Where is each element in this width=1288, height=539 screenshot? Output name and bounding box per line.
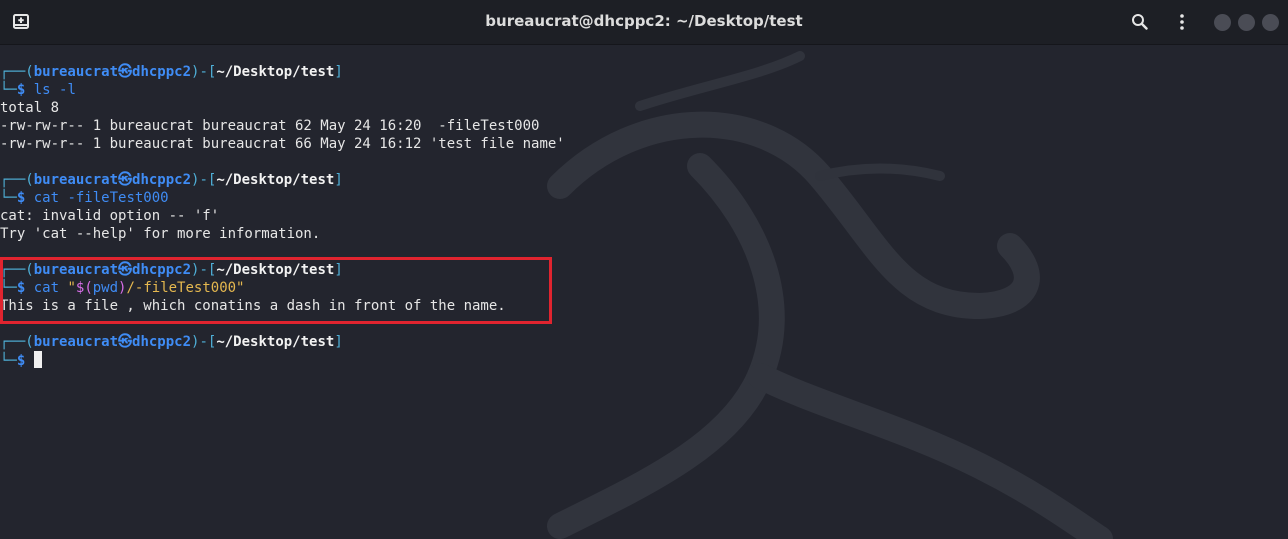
- output-line: total 8: [0, 99, 565, 117]
- prompt-host: dhcppc2: [132, 172, 192, 188]
- window-title: bureaucrat@dhcppc2: ~/Desktop/test: [485, 12, 803, 30]
- prompt-bracket: ]: [334, 64, 343, 80]
- output-text: This is a file , which conatins a dash i…: [0, 298, 506, 314]
- prompt-bracket: ]: [334, 172, 343, 188]
- prompt-host: dhcppc2: [132, 334, 192, 350]
- text-cursor: [33, 351, 42, 368]
- command-text: $(: [75, 280, 93, 296]
- prompt-box-bottom: └─: [0, 82, 17, 98]
- maximize-button[interactable]: [1238, 14, 1255, 31]
- output-text: -rw-rw-r-- 1 bureaucrat bureaucrat 62 Ma…: [0, 118, 540, 134]
- prompt-line: ┌──(bureaucrat㉿dhcppc2)-[~/Desktop/test]: [0, 171, 565, 189]
- terminal-output: ┌──(bureaucrat㉿dhcppc2)-[~/Desktop/test]…: [0, 63, 565, 369]
- command-text: pwd: [92, 280, 119, 296]
- output-text: cat: invalid option -- 'f': [0, 208, 220, 224]
- command-line: └─$: [0, 351, 565, 369]
- prompt-host: dhcppc2: [132, 64, 192, 80]
- prompt-separator-icon: ㉿: [118, 262, 133, 278]
- prompt-path: ~/Desktop/test: [216, 64, 335, 80]
- output-line: -rw-rw-r-- 1 bureaucrat bureaucrat 62 Ma…: [0, 117, 565, 135]
- title-bar: bureaucrat@dhcppc2: ~/Desktop/test: [0, 0, 1288, 45]
- command-line: └─$ cat "$(pwd)/-fileTest000": [0, 279, 565, 297]
- command-text: cat -fileTest000: [25, 190, 169, 206]
- prompt-path: ~/Desktop/test: [216, 172, 335, 188]
- prompt-bracket: )-[: [191, 64, 217, 80]
- terminal-body[interactable]: ┌──(bureaucrat㉿dhcppc2)-[~/Desktop/test]…: [0, 46, 1288, 539]
- command-text: ls -l: [25, 82, 76, 98]
- prompt-box-top: ┌──(: [0, 262, 34, 278]
- prompt-bracket: ]: [334, 334, 343, 350]
- prompt-box-top: ┌──(: [0, 334, 34, 350]
- kebab-menu-icon[interactable]: [1172, 12, 1192, 32]
- prompt-host: dhcppc2: [132, 262, 192, 278]
- terminal-window: bureaucrat@dhcppc2: ~/Desktop/test ┌──(b…: [0, 0, 1288, 539]
- prompt-bracket: )-[: [191, 172, 217, 188]
- prompt-line: ┌──(bureaucrat㉿dhcppc2)-[~/Desktop/test]: [0, 63, 565, 81]
- command-text: ": [67, 280, 76, 296]
- prompt-bracket: )-[: [191, 262, 217, 278]
- close-button[interactable]: [1262, 14, 1279, 31]
- prompt-separator-icon: ㉿: [118, 334, 133, 350]
- command-text: cat: [25, 280, 68, 296]
- prompt-user: bureaucrat: [33, 334, 119, 350]
- prompt-box-bottom: └─: [0, 280, 17, 296]
- prompt-user: bureaucrat: [33, 172, 119, 188]
- prompt-bracket: )-[: [191, 334, 217, 350]
- output-text: Try 'cat --help' for more information.: [0, 226, 321, 242]
- output-line: This is a file , which conatins a dash i…: [0, 297, 565, 315]
- output-text: total 8: [0, 100, 60, 116]
- search-icon[interactable]: [1130, 12, 1150, 32]
- prompt-separator-icon: ㉿: [118, 172, 133, 188]
- prompt-path: ~/Desktop/test: [216, 334, 335, 350]
- prompt-box-bottom: └─: [0, 190, 17, 206]
- prompt-separator-icon: ㉿: [118, 64, 133, 80]
- prompt-bracket: ]: [334, 262, 343, 278]
- prompt-box-top: ┌──(: [0, 64, 34, 80]
- prompt-user: bureaucrat: [33, 64, 119, 80]
- prompt-path: ~/Desktop/test: [216, 262, 335, 278]
- output-line: Try 'cat --help' for more information.: [0, 225, 565, 243]
- prompt-line: ┌──(bureaucrat㉿dhcppc2)-[~/Desktop/test]: [0, 333, 565, 351]
- prompt-box-top: ┌──(: [0, 172, 34, 188]
- output-line: cat: invalid option -- 'f': [0, 207, 565, 225]
- minimize-button[interactable]: [1214, 14, 1231, 31]
- prompt-line: ┌──(bureaucrat㉿dhcppc2)-[~/Desktop/test]: [0, 261, 565, 279]
- prompt-box-bottom: └─: [0, 353, 17, 369]
- output-line: -rw-rw-r-- 1 bureaucrat bureaucrat 66 Ma…: [0, 135, 565, 153]
- output-text: -rw-rw-r-- 1 bureaucrat bureaucrat 66 Ma…: [0, 136, 565, 152]
- command-line: └─$ cat -fileTest000: [0, 189, 565, 207]
- prompt-user: bureaucrat: [33, 262, 119, 278]
- command-text: /-fileTest000": [126, 280, 245, 296]
- command-line: └─$ ls -l: [0, 81, 565, 99]
